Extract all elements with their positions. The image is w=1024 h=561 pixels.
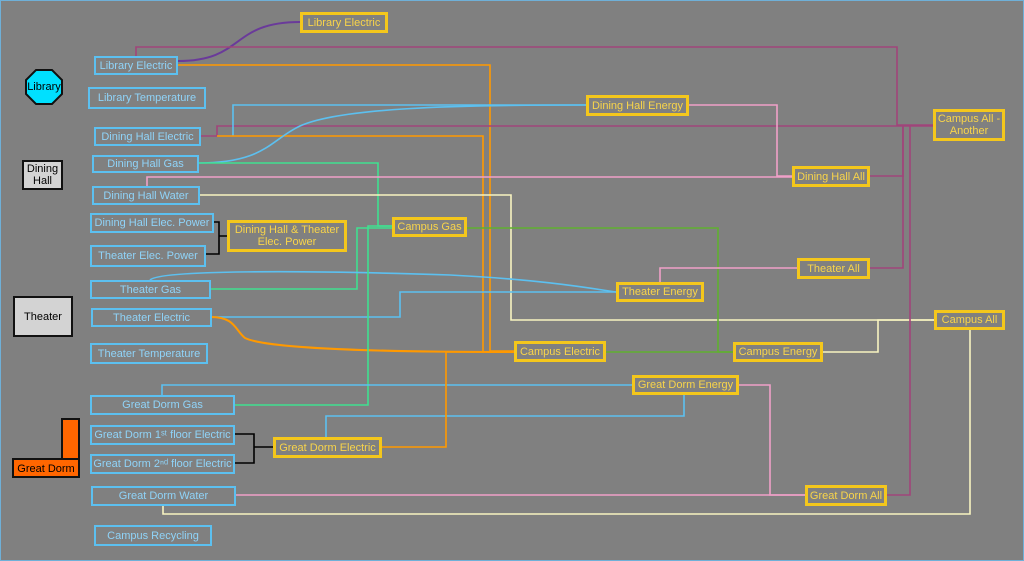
link-campus-energy-all <box>822 319 934 353</box>
aggregate-dining-hall-all[interactable]: Dining Hall All <box>792 166 870 187</box>
link-greatdorm-all-campus <box>886 125 911 496</box>
aggregate-library-electric[interactable]: Library Electric <box>300 12 388 33</box>
aggregate-campus-electric[interactable]: Campus Electric <box>514 341 606 362</box>
source-theater-electric[interactable]: Theater Electric <box>91 308 212 327</box>
source-theater-elec-power[interactable]: Theater Elec. Power <box>90 245 206 267</box>
aggregate-theater-all[interactable]: Theater All <box>797 258 870 279</box>
link-gas-greatdorm <box>234 225 392 406</box>
link-campus-electric-greatdorm <box>381 351 514 448</box>
aggregate-great-dorm-electric[interactable]: Great Dorm Electric <box>273 437 382 458</box>
building-theater[interactable]: Theater <box>13 296 73 337</box>
link-dining-all-water <box>146 176 792 186</box>
link-all-library <box>135 46 933 126</box>
source-dining-hall-elec-power[interactable]: Dining Hall Elec. Power <box>90 213 214 233</box>
link-energy-greatdorm-electric <box>325 394 685 438</box>
link-theater-energy-all <box>659 267 797 282</box>
aggregate-dining-hall-energy[interactable]: Dining Hall Energy <box>586 95 689 116</box>
source-dining-hall-water[interactable]: Dining Hall Water <box>92 186 200 205</box>
link-electric-library <box>178 64 514 352</box>
link-electric-theater <box>210 316 515 353</box>
source-dining-hall-electric[interactable]: Dining Hall Electric <box>94 127 201 146</box>
aggregate-great-dorm-all[interactable]: Great Dorm All <box>805 485 887 506</box>
link-dining-energy-all <box>688 104 792 177</box>
aggregate-campus-all[interactable]: Campus All <box>934 310 1005 330</box>
aggregate-campus-all-another[interactable]: Campus All - Another <box>933 109 1005 141</box>
aggregate-campus-energy[interactable]: Campus Energy <box>733 342 823 362</box>
aggregate-great-dorm-energy[interactable]: Great Dorm Energy <box>632 375 739 395</box>
building-dining-hall[interactable]: Dining Hall <box>22 160 63 190</box>
link-energy-theater-electric <box>211 291 616 318</box>
link-greatdorm-electric <box>234 433 273 464</box>
source-library-temperature[interactable]: Library Temperature <box>88 87 206 109</box>
source-library-electric[interactable]: Library Electric <box>94 56 178 75</box>
building-library[interactable]: Library <box>26 80 62 94</box>
link-library-electric <box>177 21 301 62</box>
building-great-dorm[interactable]: Great Dorm <box>13 460 79 477</box>
link-energy-dining-gas <box>197 104 587 164</box>
source-campus-recycling[interactable]: Campus Recycling <box>94 525 212 546</box>
source-great-dorm-gas[interactable]: Great Dorm Gas <box>90 395 235 415</box>
link-all-dining <box>200 125 933 137</box>
source-theater-temperature[interactable]: Theater Temperature <box>90 343 208 364</box>
link-theater-all-campus <box>869 125 904 269</box>
link-dining-all-campus <box>869 125 904 177</box>
source-theater-gas[interactable]: Theater Gas <box>90 280 211 299</box>
aggregate-dining-hall-theater-elec-power[interactable]: Dining Hall & Theater Elec. Power <box>227 220 347 252</box>
source-great-dorm-2nd-floor-electric[interactable]: Great Dorm 2ⁿᵈ floor Electric <box>90 454 235 474</box>
source-dining-hall-gas[interactable]: Dining Hall Gas <box>92 155 199 173</box>
link-greatdorm-energy-all <box>738 384 805 496</box>
source-great-dorm-1st-floor-electric[interactable]: Great Dorm 1ˢᵗ floor Electric <box>90 425 235 445</box>
aggregate-theater-energy[interactable]: Theater Energy <box>616 282 704 302</box>
link-energy-dining-electric <box>232 104 586 136</box>
aggregate-campus-gas[interactable]: Campus Gas <box>392 217 467 237</box>
source-great-dorm-water[interactable]: Great Dorm Water <box>91 486 236 506</box>
link-energy-greatdorm-gas <box>161 384 632 395</box>
